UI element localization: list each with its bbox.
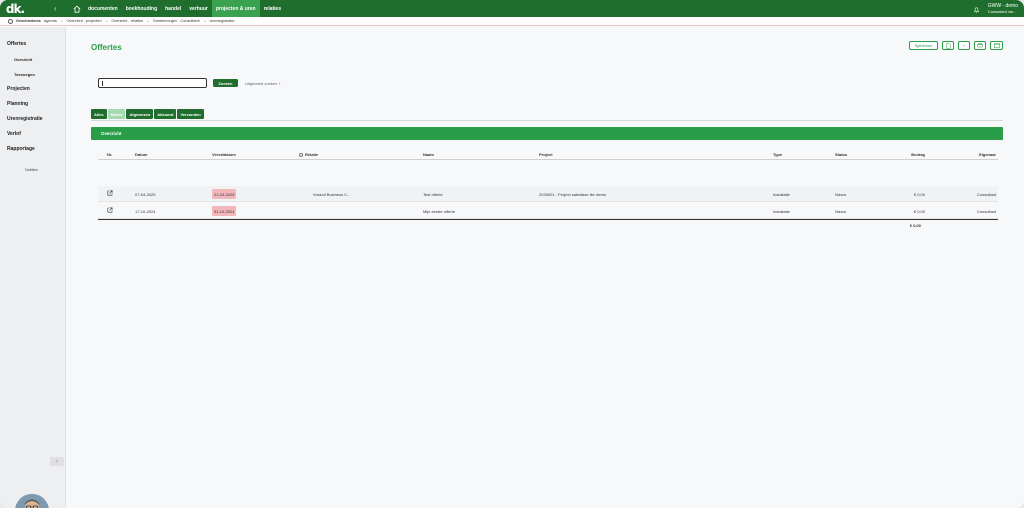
avatar[interactable] <box>15 494 49 508</box>
tab-alles[interactable]: Alles <box>91 109 107 119</box>
sidebar-item-rapportage[interactable]: Rapportage <box>7 146 35 152</box>
cell-relatie[interactable]: Voskuil Business C... <box>313 192 350 197</box>
tab-verzonden[interactable]: Verzonden <box>177 109 204 119</box>
sidebar-item-projecten[interactable]: Projecten <box>7 86 30 92</box>
main-nav: documenten boekhouding handel verhuur pr… <box>84 0 285 17</box>
cell-bedrag: € 0,00 <box>913 191 925 197</box>
table-row[interactable]: 17-10-2024 31-10-2024 Mijn eerste offert… <box>98 203 998 219</box>
breadcrumb-item[interactable]: Urenregistratie <box>210 19 235 23</box>
overdue-date-badge: 21-04-2025 <box>212 189 237 199</box>
arrow-right-icon: → <box>59 19 64 23</box>
total-divider <box>98 219 998 220</box>
table-header-divider <box>98 159 998 160</box>
breadcrumb-history[interactable]: Geschiedenis <box>16 19 41 23</box>
main-content: Offertes Sjablonen + Zoeken Uitgebreid z… <box>66 27 1024 508</box>
tab-akkoord[interactable]: Akkoord <box>154 109 177 119</box>
info-icon <box>299 152 303 157</box>
columns-icon[interactable] <box>990 41 1003 50</box>
column-header-status[interactable]: Status <box>835 152 847 157</box>
sidebar-item-verlof[interactable]: Verlof <box>7 131 21 137</box>
sidebar-item-notities[interactable]: Notities <box>25 168 38 172</box>
column-header-datum[interactable]: Datum <box>135 152 147 157</box>
breadcrumb-item[interactable]: Goedemorgen - Consultant! <box>153 19 200 23</box>
document-icon[interactable] <box>942 41 954 50</box>
cell-project[interactable]: 2025001 - Project salesfase tbv demo <box>539 192 606 197</box>
tab-afgewezen[interactable]: Afgewezen <box>126 109 154 119</box>
add-icon[interactable]: + <box>958 41 970 50</box>
arrow-right-icon: → <box>146 19 150 23</box>
arrow-right-icon: → <box>104 19 109 23</box>
bell-icon[interactable] <box>973 0 980 18</box>
tabs-divider <box>91 120 1003 121</box>
cell-eigenaar: Consultant <box>976 191 996 197</box>
nav-relaties[interactable]: relaties <box>260 0 286 17</box>
search-button[interactable]: Zoeken <box>213 79 238 87</box>
app-window: dk. ‹ documenten boekhouding handel verh… <box>0 0 1024 508</box>
print-icon[interactable] <box>974 41 986 50</box>
logo-text: dk. <box>5 1 25 16</box>
table-row[interactable]: 07-04-2025 21-04-2025 Voskuil Business C… <box>98 186 998 202</box>
text-cursor <box>102 80 103 86</box>
history-icon <box>8 18 13 24</box>
open-external-icon[interactable] <box>107 190 113 197</box>
home-icon[interactable] <box>70 0 84 17</box>
overdue-date-badge: 31-10-2024 <box>212 206 237 216</box>
user-name: GWW - demo <box>987 2 1018 9</box>
nav-verhuur[interactable]: verhuur <box>185 0 212 17</box>
cell-naam: Mijn eerste offerte <box>423 208 455 214</box>
nav-documenten[interactable]: documenten <box>84 0 122 17</box>
column-header-nr[interactable]: Nr. <box>107 152 112 157</box>
cell-datum: 17-10-2024 <box>135 208 156 214</box>
column-header-relatie[interactable]: Relatie <box>299 152 318 157</box>
open-external-icon[interactable] <box>107 207 113 214</box>
advanced-search-link[interactable]: Uitgebreid zoeken + <box>245 81 281 86</box>
templates-button[interactable]: Sjablonen <box>909 41 938 50</box>
column-header-relatie-label: Relatie <box>305 152 319 157</box>
arrow-right-icon: → <box>202 19 207 23</box>
sidebar-item-overzicht[interactable]: Overzicht <box>14 57 32 62</box>
total-amount: € 0,00 <box>909 223 921 228</box>
cell-type: Installatie <box>773 191 790 197</box>
cell-datum: 07-04-2025 <box>135 191 156 197</box>
breadcrumb: Geschiedenis Agenda → Overzicht - projec… <box>0 17 1024 26</box>
nav-boekhouding[interactable]: boekhouding <box>122 0 161 17</box>
status-tabs: Alles Nieuw Afgewezen Akkoord Verzonden <box>91 109 204 119</box>
cell-status: Nieuw <box>835 191 847 197</box>
cell-eigenaar: Consultant <box>976 208 996 214</box>
sidebar-item-planning[interactable]: Planning <box>7 101 28 107</box>
user-role: Consultant ver... <box>987 8 1017 14</box>
sidebar: Offertes Overzicht Toevoegen Projecten P… <box>0 27 66 508</box>
breadcrumb-item[interactable]: Overzicht - projecten <box>67 19 102 23</box>
column-header-type[interactable]: Type <box>773 152 782 157</box>
dk-logo[interactable]: dk. <box>0 0 30 17</box>
topbar-right: GWW - demo Consultant ver... <box>973 0 1018 17</box>
top-navigation-bar: dk. ‹ documenten boekhouding handel verh… <box>0 0 1024 17</box>
user-menu[interactable]: GWW - demo Consultant ver... <box>987 2 1018 14</box>
chevron-left-icon[interactable]: ‹ <box>54 4 66 13</box>
column-header-bedrag[interactable]: Bedrag <box>911 152 925 157</box>
cell-naam: Test offerte <box>423 191 443 197</box>
column-header-naam[interactable]: Naam <box>423 152 434 157</box>
nav-projecten-uren[interactable]: projecten & uren <box>211 0 260 17</box>
nav-handel[interactable]: handel <box>161 0 185 17</box>
breadcrumb-item[interactable]: Agenda <box>44 19 57 23</box>
cell-status: Nieuw <box>835 208 847 214</box>
cell-bedrag: € 0,00 <box>913 208 925 214</box>
sidebar-item-urenregistratie[interactable]: Urenregistratie <box>7 116 43 122</box>
cell-type: Installatie <box>773 208 790 214</box>
sidebar-item-offertes[interactable]: Offertes <box>7 41 26 47</box>
chevron-left-icon[interactable]: ‹ <box>50 457 64 466</box>
page-title: Offertes <box>91 43 122 52</box>
tab-nieuw[interactable]: Nieuw <box>107 109 126 119</box>
column-header-vervaldatum[interactable]: Vervaldatum <box>212 152 236 157</box>
column-header-project[interactable]: Project <box>539 152 553 157</box>
panel-header: Overzicht <box>91 127 1003 140</box>
search-input[interactable] <box>98 78 207 88</box>
column-header-eigenaar[interactable]: Eigenaar <box>979 152 996 157</box>
sidebar-item-toevoegen[interactable]: Toevoegen <box>14 72 35 77</box>
breadcrumb-item[interactable]: Overzicht - relaties <box>111 19 143 23</box>
